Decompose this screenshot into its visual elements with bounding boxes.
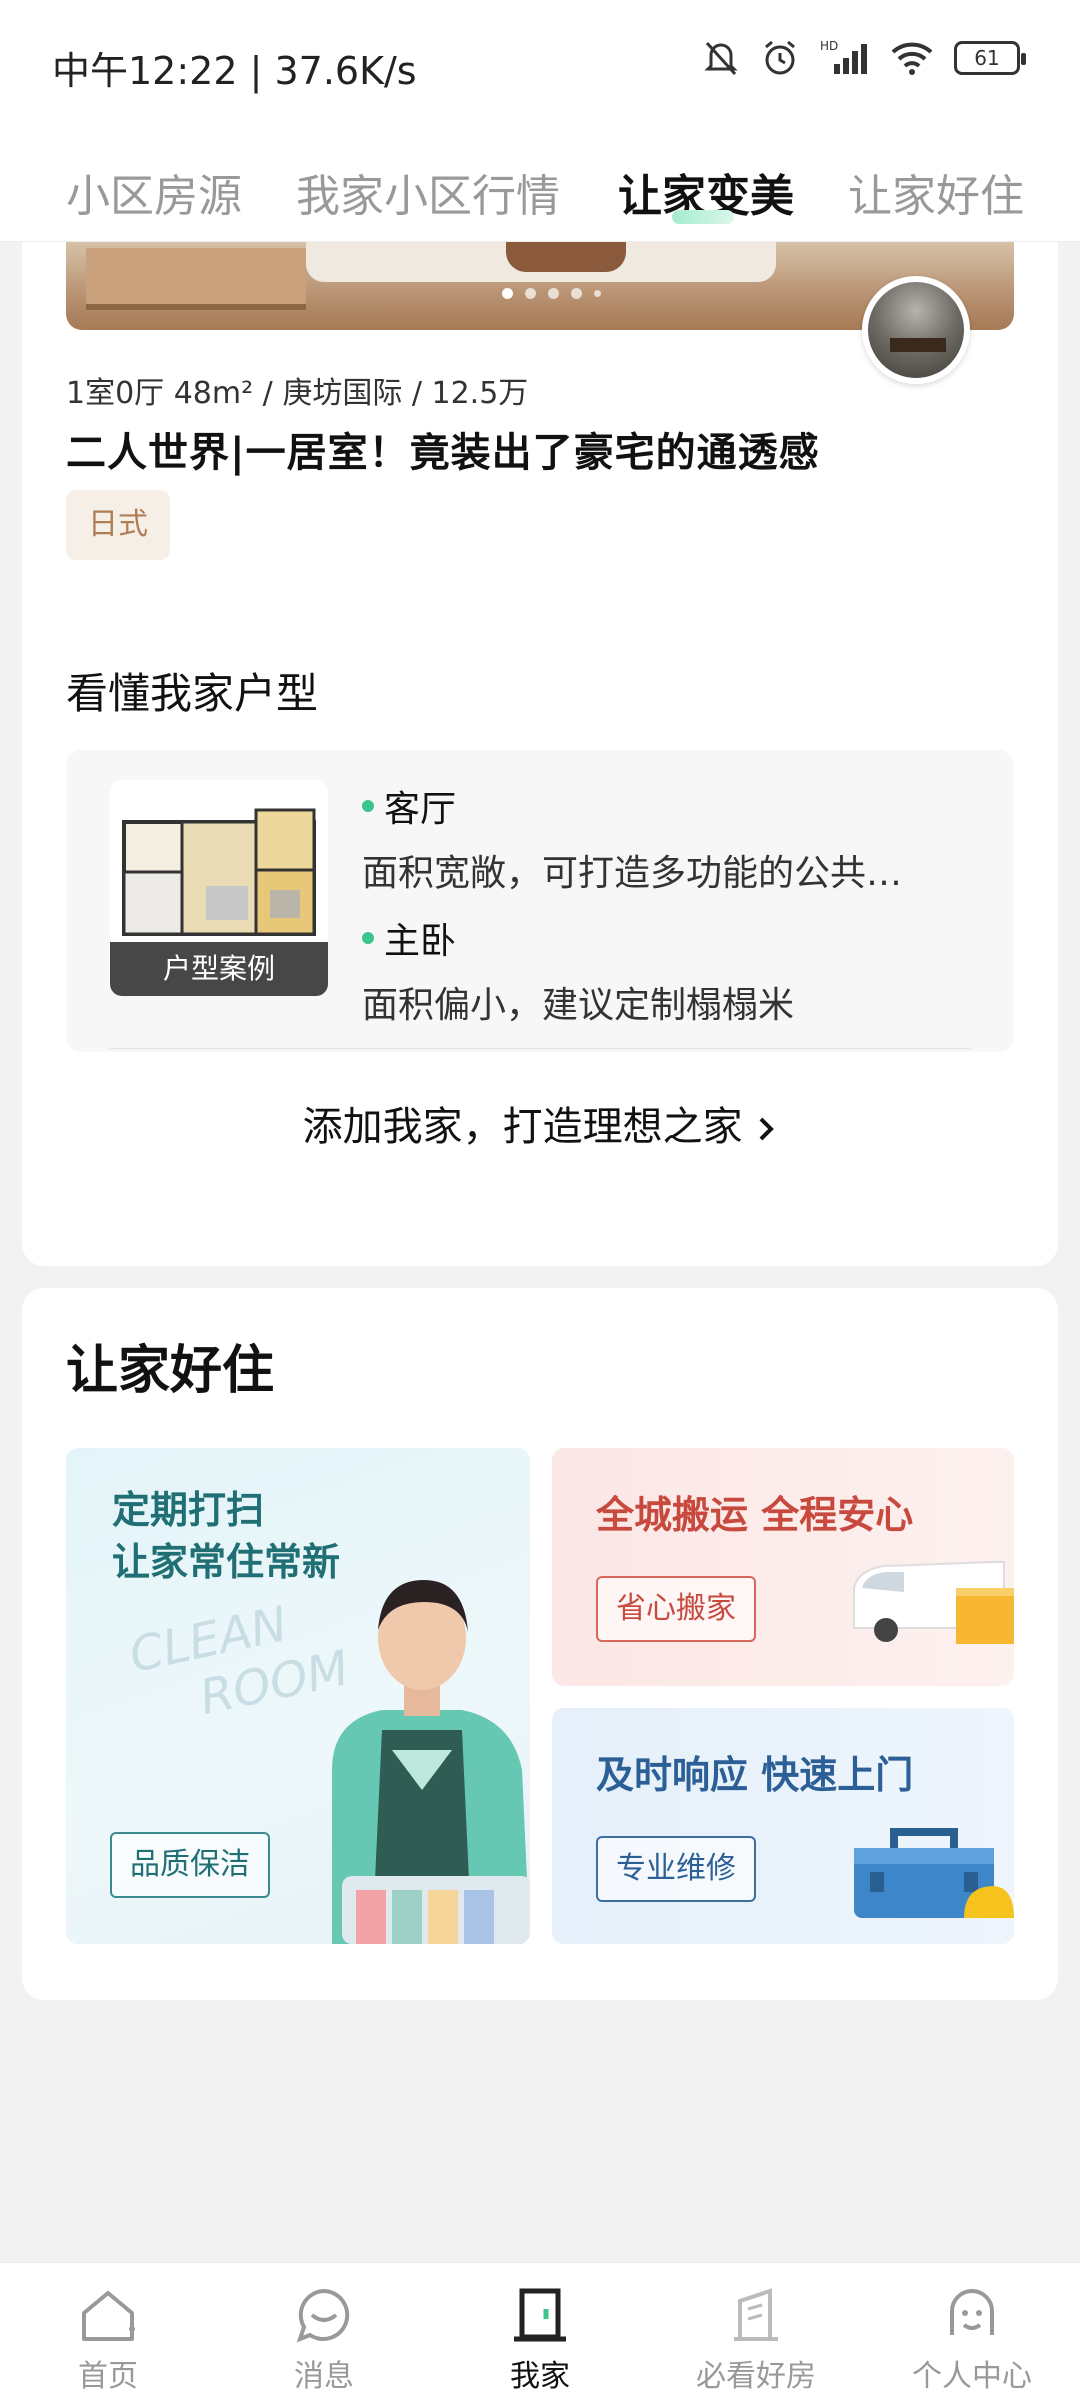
tab-community-listings[interactable]: 小区房源 [66,160,242,224]
bottom-nav: 首页 消息 我家 必看好房 个人中心 [0,2262,1080,2400]
status-bar: 中午12:22 | 37.6K/s HD 61 [0,0,1080,130]
nav-home[interactable]: 首页 [0,2263,216,2400]
chevron-right-icon [759,1117,775,1141]
wifi-icon [891,42,933,75]
tab-community-market[interactable]: 我家小区行情 [296,160,560,224]
room-desc: 面积宽敞，可打造多功能的公共… [362,853,903,894]
profile-icon [950,2289,994,2335]
repair-service-card[interactable]: 及时响应 快速上门 专业维修 [552,1708,1014,1944]
room-name: 主卧 [362,912,794,964]
battery-icon: 61 [954,41,1026,75]
floorplan-card[interactable]: 户型案例 客厅 面积宽敞，可打造多功能的公共… 主卧 面积偏小，建议定制榻榻米 … [66,750,1014,1150]
toolbox-illustration [854,1828,1014,1918]
tab-livable-home[interactable]: 让家好住 [848,160,1024,224]
door-icon [514,2288,566,2342]
cleaning-line2: 让家常住常新 [112,1540,341,1584]
moving-headline: 全城搬运 全程安心 [596,1493,914,1537]
moving-button[interactable]: 省心搬家 [596,1576,756,1642]
nav-must-see-houses[interactable]: 必看好房 [648,2263,864,2400]
room-name: 客厅 [362,780,902,832]
quality-cleaning-button[interactable]: 品质保洁 [110,1832,270,1898]
battery-level: 61 [974,46,1000,70]
livable-home-card: 让家好住 定期打扫 让家常住常新 CLEAN ROOM 品质保洁 全城搬运 全程… [22,1288,1058,2000]
floorplan-thumb-label: 户型案例 [110,942,328,996]
room-master-bedroom: 主卧 面积偏小，建议定制榻榻米 [362,912,794,1028]
nav-messages[interactable]: 消息 [216,2263,432,2400]
svg-text:HD: HD [820,39,838,53]
building-icon [734,2288,778,2341]
nav-label: 必看好房 [696,2359,816,2394]
house-meta: 1室0厅 48m² / 庚坊国际 / 12.5万 [66,376,529,411]
room-living: 客厅 面积宽敞，可打造多功能的公共… [362,780,902,896]
divider [110,1048,970,1049]
nav-profile[interactable]: 个人中心 [864,2263,1080,2400]
add-my-home-link[interactable]: 添加我家，打造理想之家 [66,1094,1014,1152]
carousel-dot [571,288,582,299]
floorplan-thumbnail[interactable]: 户型案例 [110,780,328,996]
add-my-home-label: 添加我家，打造理想之家 [302,1104,743,1150]
carousel-dot [594,290,601,297]
cleaning-headline: 定期打扫 让家常住常新 [112,1484,340,1588]
room-desc: 面积偏小，建议定制榻榻米 [362,985,795,1026]
van-illustration [853,1561,1014,1644]
bell-mute-icon [704,41,738,76]
status-time-speed: 中午12:22 | 37.6K/s [52,49,417,93]
active-tab-indicator [672,210,734,224]
designer-avatar[interactable] [862,276,970,384]
status-icons: HD 61 [702,38,1026,78]
nav-label: 消息 [294,2359,354,2394]
beautify-card: 1室0厅 48m² / 庚坊国际 / 12.5万 二人世界|一居室！竟装出了豪宅… [22,242,1058,1266]
floorplan-section-title: 看懂我家户型 [66,669,319,718]
top-tab-bar: 小区房源 我家小区行情 让家变美 让家好住 [0,130,1080,242]
carousel-dots [502,288,601,299]
style-tag: 日式 [66,490,170,560]
repair-button[interactable]: 专业维修 [596,1836,756,1902]
cleaning-service-card[interactable]: 定期打扫 让家常住常新 CLEAN ROOM 品质保洁 [66,1448,530,1944]
nav-label: 首页 [78,2359,138,2394]
cleaner-illustration [312,1580,530,1944]
floorplan-drawing [122,808,316,936]
services-title: 让家好住 [66,1341,275,1401]
nav-label: 我家 [510,2359,570,2394]
carousel-dot [525,288,536,299]
cleaning-line1: 定期打扫 [112,1488,265,1532]
design-case-title[interactable]: 二人世界|一居室！竟装出了豪宅的通透感 [66,420,820,478]
hd-signal-icon: HD [820,39,867,74]
alarm-icon [765,40,795,75]
home-icon [82,2291,135,2341]
repair-headline: 及时响应 快速上门 [596,1753,914,1797]
carousel-dot [502,288,513,299]
nav-label: 个人中心 [912,2359,1032,2394]
carousel-dot [548,288,559,299]
message-icon [296,2288,350,2343]
moving-service-card[interactable]: 全城搬运 全程安心 省心搬家 [552,1448,1014,1686]
nav-my-home[interactable]: 我家 [432,2263,648,2400]
